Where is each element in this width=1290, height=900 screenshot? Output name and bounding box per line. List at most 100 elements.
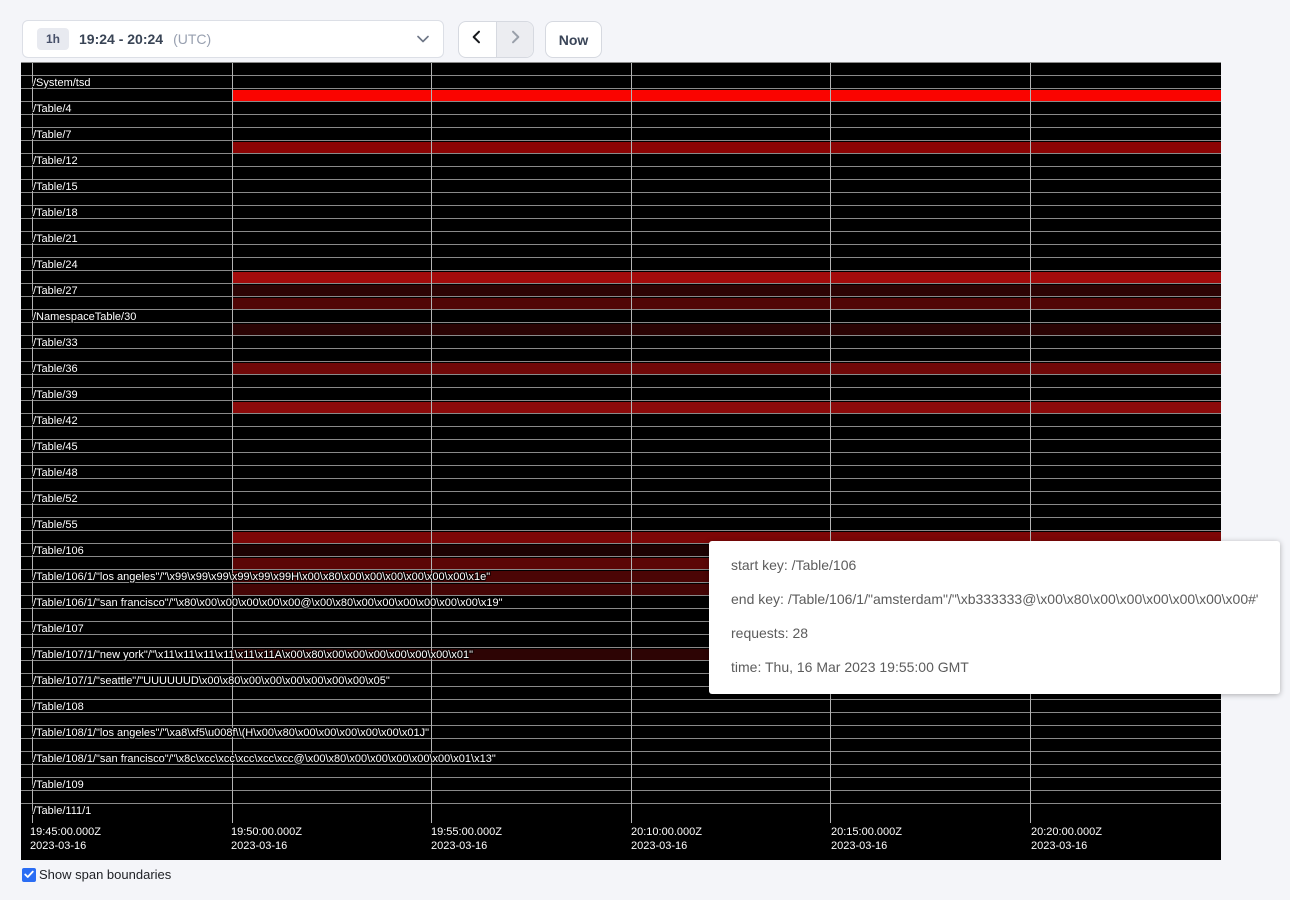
time-nav-group bbox=[458, 21, 534, 58]
heatmap-row[interactable] bbox=[21, 713, 1221, 726]
show-span-boundaries-checkbox[interactable] bbox=[22, 868, 36, 882]
heatmap-row[interactable] bbox=[21, 739, 1221, 752]
time-axis-tick: 19:55:00.000Z2023-03-16 bbox=[431, 825, 502, 853]
now-button[interactable]: Now bbox=[545, 21, 602, 58]
tick-date: 2023-03-16 bbox=[831, 839, 902, 853]
time-axis-tick: 20:20:00.000Z2023-03-16 bbox=[1031, 825, 1102, 853]
time-axis-tick: 20:10:00.000Z2023-03-16 bbox=[631, 825, 702, 853]
heatmap-row[interactable] bbox=[21, 258, 1221, 271]
chevron-down-icon bbox=[417, 35, 429, 43]
heatmap-row-label: /Table/48 bbox=[33, 466, 78, 479]
range-text: 19:24 - 20:24 bbox=[79, 31, 163, 47]
tooltip-time: time: Thu, 16 Mar 2023 19:55:00 GMT bbox=[731, 656, 1258, 678]
heatmap-row[interactable] bbox=[21, 700, 1221, 713]
tick-time: 20:20:00.000Z bbox=[1031, 825, 1102, 839]
heatmap-row[interactable] bbox=[21, 336, 1221, 349]
heatmap-row-label: /Table/12 bbox=[33, 154, 78, 167]
footer-controls: Show span boundaries bbox=[22, 867, 171, 882]
heatmap-row[interactable] bbox=[21, 765, 1221, 778]
heatmap-row-label: /Table/106/1/"los angeles"/"\x99\x99\x99… bbox=[33, 570, 490, 583]
tick-time: 19:50:00.000Z bbox=[231, 825, 302, 839]
heatmap-row[interactable] bbox=[21, 479, 1221, 492]
chevron-right-icon bbox=[507, 29, 523, 50]
heatmap-row-label: /Table/42 bbox=[33, 414, 78, 427]
heatmap-row-label: /Table/24 bbox=[33, 258, 78, 271]
time-gridline bbox=[431, 63, 432, 823]
heatmap-row[interactable] bbox=[21, 180, 1221, 193]
heatmap-row[interactable] bbox=[21, 310, 1221, 323]
heatmap-row[interactable] bbox=[21, 193, 1221, 206]
heatmap-row[interactable] bbox=[21, 492, 1221, 505]
tooltip-requests: requests: 28 bbox=[731, 622, 1258, 644]
heatmap-band[interactable] bbox=[232, 285, 1221, 296]
heatmap-row-label: /System/tsd bbox=[33, 76, 90, 89]
heatmap-row-label: /Table/27 bbox=[33, 284, 78, 297]
time-axis-tick: 20:15:00.000Z2023-03-16 bbox=[831, 825, 902, 853]
heatmap-row[interactable] bbox=[21, 102, 1221, 115]
time-gridline bbox=[830, 63, 831, 823]
heatmap-row[interactable] bbox=[21, 427, 1221, 440]
time-gridline bbox=[631, 63, 632, 823]
heatmap-band[interactable] bbox=[232, 90, 1221, 101]
heatmap-row[interactable] bbox=[21, 778, 1221, 791]
chevron-left-icon bbox=[469, 29, 485, 50]
tooltip-end-key: end key: /Table/106/1/"amsterdam"/"\xb33… bbox=[731, 588, 1258, 610]
heatmap-row-label: /Table/106/1/"san francisco"/"\x80\x00\x… bbox=[33, 596, 503, 609]
heatmap-row[interactable] bbox=[21, 505, 1221, 518]
heatmap-row-label: /Table/107/1/"seattle"/"UUUUUUD\x00\x80\… bbox=[33, 674, 390, 687]
heatmap-row[interactable] bbox=[21, 128, 1221, 141]
show-span-boundaries-label: Show span boundaries bbox=[39, 867, 171, 882]
heatmap-row[interactable] bbox=[21, 219, 1221, 232]
heatmap-row[interactable] bbox=[21, 466, 1221, 479]
heatmap-row-label: /NamespaceTable/30 bbox=[33, 310, 136, 323]
heatmap-row-label: /Table/21 bbox=[33, 232, 78, 245]
tick-date: 2023-03-16 bbox=[631, 839, 702, 853]
heatmap-band[interactable] bbox=[232, 142, 1221, 153]
time-axis-tick: 19:50:00.000Z2023-03-16 bbox=[231, 825, 302, 853]
tick-time: 19:55:00.000Z bbox=[431, 825, 502, 839]
heatmap-row[interactable] bbox=[21, 167, 1221, 180]
time-gridline bbox=[1030, 63, 1031, 823]
heatmap-row-label: /Table/39 bbox=[33, 388, 78, 401]
next-time-button[interactable] bbox=[496, 22, 534, 57]
tick-time: 20:10:00.000Z bbox=[631, 825, 702, 839]
time-range-select[interactable]: 1h 19:24 - 20:24 (UTC) bbox=[22, 20, 444, 58]
heatmap-row[interactable] bbox=[21, 375, 1221, 388]
heatmap-row-label: /Table/111/1 bbox=[33, 804, 91, 817]
heatmap-row-label: /Table/107 bbox=[33, 622, 84, 635]
heatmap-row[interactable] bbox=[21, 232, 1221, 245]
span-tooltip: start key: /Table/106 end key: /Table/10… bbox=[709, 541, 1280, 694]
heatmap-row-label: /Table/109 bbox=[33, 778, 84, 791]
heatmap-row[interactable] bbox=[21, 206, 1221, 219]
heatmap-band[interactable] bbox=[232, 298, 1221, 309]
heatmap-row[interactable] bbox=[21, 245, 1221, 258]
range-duration-badge: 1h bbox=[37, 28, 69, 50]
heatmap-row-label: /Table/106 bbox=[33, 544, 84, 557]
heatmap-row-label: /Table/45 bbox=[33, 440, 78, 453]
heatmap-row[interactable] bbox=[21, 440, 1221, 453]
heatmap-band[interactable] bbox=[232, 324, 1221, 335]
tick-date: 2023-03-16 bbox=[1031, 839, 1102, 853]
heatmap-row[interactable] bbox=[21, 791, 1221, 804]
heatmap-row-label: /Table/7 bbox=[33, 128, 72, 141]
tick-time: 19:45:00.000Z bbox=[30, 825, 101, 839]
heatmap-row[interactable] bbox=[21, 453, 1221, 466]
heatmap-row[interactable] bbox=[21, 115, 1221, 128]
heatmap-row-label: /Table/15 bbox=[33, 180, 78, 193]
heatmap-row[interactable] bbox=[21, 154, 1221, 167]
heatmap-band[interactable] bbox=[232, 272, 1221, 283]
heatmap-row[interactable] bbox=[21, 388, 1221, 401]
heatmap-row[interactable] bbox=[21, 76, 1221, 89]
heatmap-band[interactable] bbox=[232, 363, 1221, 374]
heatmap-row[interactable] bbox=[21, 518, 1221, 531]
prev-time-button[interactable] bbox=[459, 22, 496, 57]
time-axis: 19:45:00.000Z2023-03-1619:50:00.000Z2023… bbox=[21, 816, 1221, 860]
heatmap-row-label: /Table/36 bbox=[33, 362, 78, 375]
tick-date: 2023-03-16 bbox=[30, 839, 101, 853]
heatmap-band[interactable] bbox=[232, 402, 1221, 413]
key-visualizer-heatmap[interactable]: /System/tsd/Table/4/Table/7/Table/12/Tab… bbox=[21, 62, 1221, 860]
heatmap-row[interactable] bbox=[21, 349, 1221, 362]
heatmap-canvas[interactable]: /System/tsd/Table/4/Table/7/Table/12/Tab… bbox=[21, 62, 1221, 816]
heatmap-row[interactable] bbox=[21, 63, 1221, 76]
heatmap-row[interactable] bbox=[21, 414, 1221, 427]
